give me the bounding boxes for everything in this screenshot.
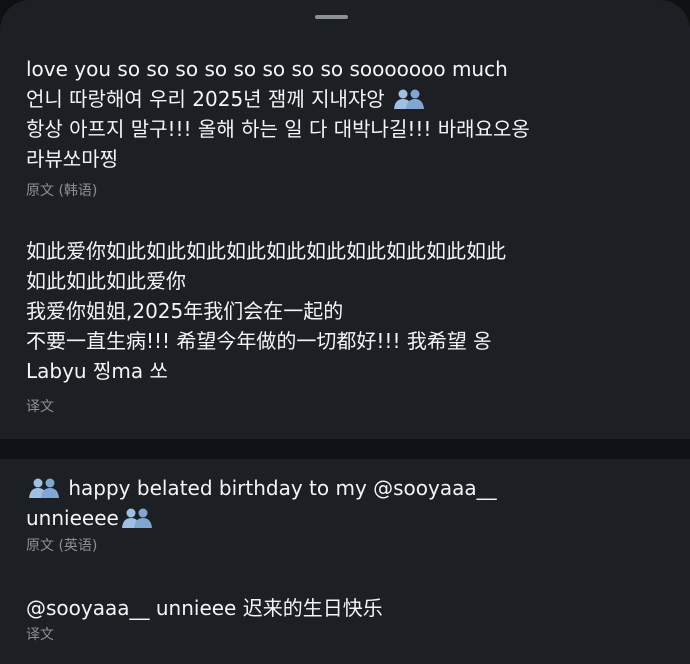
original-language-label: 原文 (韩语) <box>26 183 98 199</box>
second-original-line-2: unnieeee <box>26 505 155 531</box>
original-line-3: 항상 아프지 말구!!! 올해 하는 일 다 대박나길!!! 바래요오옹 <box>26 117 530 141</box>
second-original-line-1: happy belated birthday to my @sooyaaa__ <box>26 475 497 501</box>
original-line-1: love you so so so so so so so so soooooo… <box>26 57 508 81</box>
second-translation-line: @sooyaaa__ unnieee 迟来的生日快乐 <box>26 596 383 620</box>
second-original-language-label: 原文 (英语) <box>26 538 98 554</box>
translation-line-2: 如此如此如此爱你 <box>26 269 186 293</box>
translation-line-1: 如此爱你如此如此如此如此如此如此如此如此如此如此 <box>26 239 506 263</box>
people-silhouette-icon <box>26 477 62 499</box>
second-original-text-2: unnieeee <box>26 506 119 530</box>
second-translation-label: 译文 <box>26 627 54 643</box>
original-line-2-text: 언니 따랑해여 우리 2025년 잼께 지내쟈앙 <box>26 87 385 111</box>
second-original-text: happy belated birthday to my @sooyaaa__ <box>68 476 497 500</box>
translation-line-4: 不要一直生病!!! 希望今年做的一切都好!!! 我希望 옹 <box>26 329 492 353</box>
people-silhouette-icon <box>391 88 427 110</box>
original-line-4: 라뷰쏘마찡 <box>26 147 118 171</box>
translation-line-3: 我爱你姐姐,2025年我们会在一起的 <box>26 299 344 323</box>
original-line-2: 언니 따랑해여 우리 2025년 잼께 지내쟈앙 <box>26 86 427 112</box>
translation-line-5: Labyu 찡ma 쏘 <box>26 359 168 383</box>
sheet-drag-handle[interactable] <box>315 15 348 19</box>
translation-label: 译文 <box>26 399 54 415</box>
people-silhouette-icon <box>119 507 155 529</box>
section-divider <box>0 439 690 459</box>
translation-sheet: love you so so so so so so so so soooooo… <box>0 0 690 664</box>
